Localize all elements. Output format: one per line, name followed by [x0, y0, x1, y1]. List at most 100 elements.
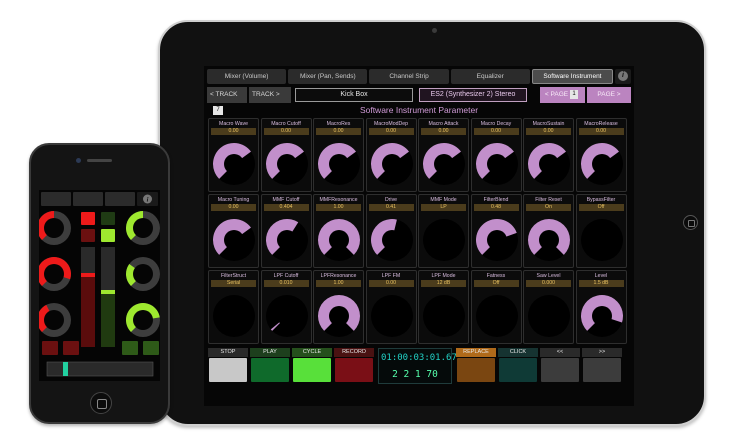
- iphone-fader-red[interactable]: [81, 247, 95, 347]
- tab-mixer-volume[interactable]: Mixer (Volume): [207, 69, 287, 84]
- rewind-button-label: <<: [540, 348, 580, 357]
- parameter-knob[interactable]: [265, 138, 309, 190]
- parameter-knob[interactable]: [422, 138, 466, 190]
- iphone-tab-2[interactable]: [73, 192, 103, 206]
- parameter-name: Macro Decay: [480, 121, 512, 127]
- parameter-knob[interactable]: [580, 214, 624, 266]
- parameter-name: MMF Cutoff: [272, 197, 300, 203]
- parameter-value: 1.00: [316, 280, 361, 287]
- parameter-value: 0.00: [263, 128, 309, 135]
- prev-track-button[interactable]: < TRACK7: [207, 87, 247, 115]
- parameter-cell: MMF Mode LP: [418, 194, 469, 268]
- click-button[interactable]: CLICK: [498, 348, 538, 384]
- iphone-slider-thumb[interactable]: [63, 362, 68, 376]
- tab-channel-strip[interactable]: Channel Strip: [369, 69, 449, 84]
- parameter-value: 0.010: [263, 280, 309, 287]
- tab-software-instrument[interactable]: Software Instrument: [531, 69, 614, 84]
- parameter-name: FilterBlend: [483, 197, 509, 203]
- parameter-knob[interactable]: [475, 290, 519, 342]
- ipad-home-button[interactable]: [683, 215, 698, 230]
- parameter-cell: Fatness Off: [470, 270, 522, 344]
- parameter-knob[interactable]: [475, 138, 519, 190]
- knob-hub: [329, 230, 349, 250]
- parameter-value: LP: [421, 204, 466, 211]
- parameter-knob[interactable]: [370, 214, 414, 266]
- fast-forward-button[interactable]: >>: [582, 348, 622, 384]
- parameter-knob[interactable]: [317, 290, 361, 342]
- parameter-cell: LPFResonance 1.00: [313, 270, 364, 344]
- iphone-horizontal-slider[interactable]: [46, 361, 154, 377]
- iphone-knob[interactable]: [126, 257, 160, 291]
- parameter-name: LPFResonance: [320, 273, 357, 279]
- parameter-knob[interactable]: [212, 290, 256, 342]
- iphone-home-button[interactable]: [90, 392, 112, 414]
- parameter-name: Macro Attack: [428, 121, 459, 127]
- parameter-knob[interactable]: [527, 290, 571, 342]
- parameter-knob[interactable]: [212, 138, 256, 190]
- stop-button-label: STOP: [208, 348, 248, 357]
- parameter-value: 0.00: [211, 204, 256, 211]
- iphone-device: i: [29, 143, 170, 424]
- parameter-knob[interactable]: [317, 138, 361, 190]
- track-row: < TRACK7 TRACK > Kick Box ES2 (Synthesiz…: [207, 87, 631, 115]
- iphone-mute-1[interactable]: [42, 341, 58, 355]
- rewind-button[interactable]: <<: [540, 348, 580, 384]
- parameter-knob[interactable]: [265, 214, 309, 266]
- parameter-value: 0.404: [263, 204, 309, 211]
- iphone-solo-2[interactable]: [143, 341, 159, 355]
- knob-hub: [591, 230, 612, 250]
- parameter-knob[interactable]: [527, 214, 571, 266]
- parameter-knob[interactable]: [580, 138, 624, 190]
- tab-mixer-pan-sends[interactable]: Mixer (Pan, Sends): [288, 69, 368, 84]
- iphone-pad-dark-green[interactable]: [101, 212, 115, 225]
- iphone-knob[interactable]: [126, 302, 160, 337]
- panel-title: Software Instrument Parameter: [359, 105, 479, 115]
- parameter-knob[interactable]: [370, 290, 414, 342]
- prev-page-button[interactable]: < PAGE 1: [540, 87, 585, 103]
- parameter-knob[interactable]: [317, 214, 361, 266]
- iphone-knob[interactable]: [126, 211, 160, 245]
- ipad-camera: [432, 28, 437, 33]
- iphone-pad-dark-red[interactable]: [81, 229, 95, 242]
- iphone-pad-green[interactable]: [101, 229, 115, 242]
- parameter-name: LPF Cutoff: [273, 273, 299, 279]
- time-display: 01:00:03:01.67 2 2 1 70: [378, 348, 457, 384]
- iphone-tab-3[interactable]: [105, 192, 135, 206]
- parameter-row: FilterStruct Serial LPF Cutoff 0.010 LPFReso…: [208, 270, 630, 344]
- record-button[interactable]: RECORD: [334, 348, 374, 384]
- parameter-name: Fatness: [486, 273, 506, 279]
- replace-button-label: REPLACE: [456, 348, 496, 357]
- next-page-button[interactable]: PAGE >: [587, 87, 631, 103]
- iphone-solo-1[interactable]: [122, 341, 138, 355]
- tab-equalizer[interactable]: Equalizer: [450, 69, 530, 84]
- parameter-knob[interactable]: [212, 214, 256, 266]
- info-button[interactable]: i: [615, 69, 632, 84]
- parameter-knob[interactable]: [580, 290, 624, 342]
- stop-button[interactable]: STOP: [208, 348, 248, 384]
- iphone-mute-2[interactable]: [63, 341, 79, 355]
- parameter-knob[interactable]: [422, 290, 466, 342]
- parameter-knob[interactable]: [527, 138, 571, 190]
- knob-hub: [434, 154, 454, 174]
- iphone-tab-1[interactable]: [41, 192, 71, 206]
- knob-hub: [276, 154, 297, 174]
- knob-hub: [276, 306, 297, 326]
- parameter-knob[interactable]: [422, 214, 466, 266]
- parameter-cell: Macro Wave 0.00: [208, 118, 259, 192]
- parameter-knob[interactable]: [265, 290, 309, 342]
- parameter-name: Filter Reset: [535, 197, 562, 203]
- play-button[interactable]: PLAY: [250, 348, 290, 384]
- fast-forward-button-pad: [583, 358, 621, 382]
- replace-button[interactable]: REPLACE: [456, 348, 496, 384]
- parameter-knob[interactable]: [370, 138, 414, 190]
- next-track-button[interactable]: TRACK >: [249, 87, 291, 103]
- parameter-knob[interactable]: [475, 214, 519, 266]
- iphone-fader-green[interactable]: [101, 247, 115, 347]
- knob-hub: [381, 306, 402, 326]
- knob-hub: [329, 306, 349, 326]
- cycle-button[interactable]: CYCLE: [292, 348, 332, 384]
- iphone-pad-red[interactable]: [81, 212, 95, 225]
- parameter-row: Macro Wave 0.00 Macro Cutoff 0.00 MacroRes 0.…: [208, 118, 630, 192]
- cycle-button-label: CYCLE: [292, 348, 332, 357]
- parameter-value: 0.00: [368, 280, 414, 287]
